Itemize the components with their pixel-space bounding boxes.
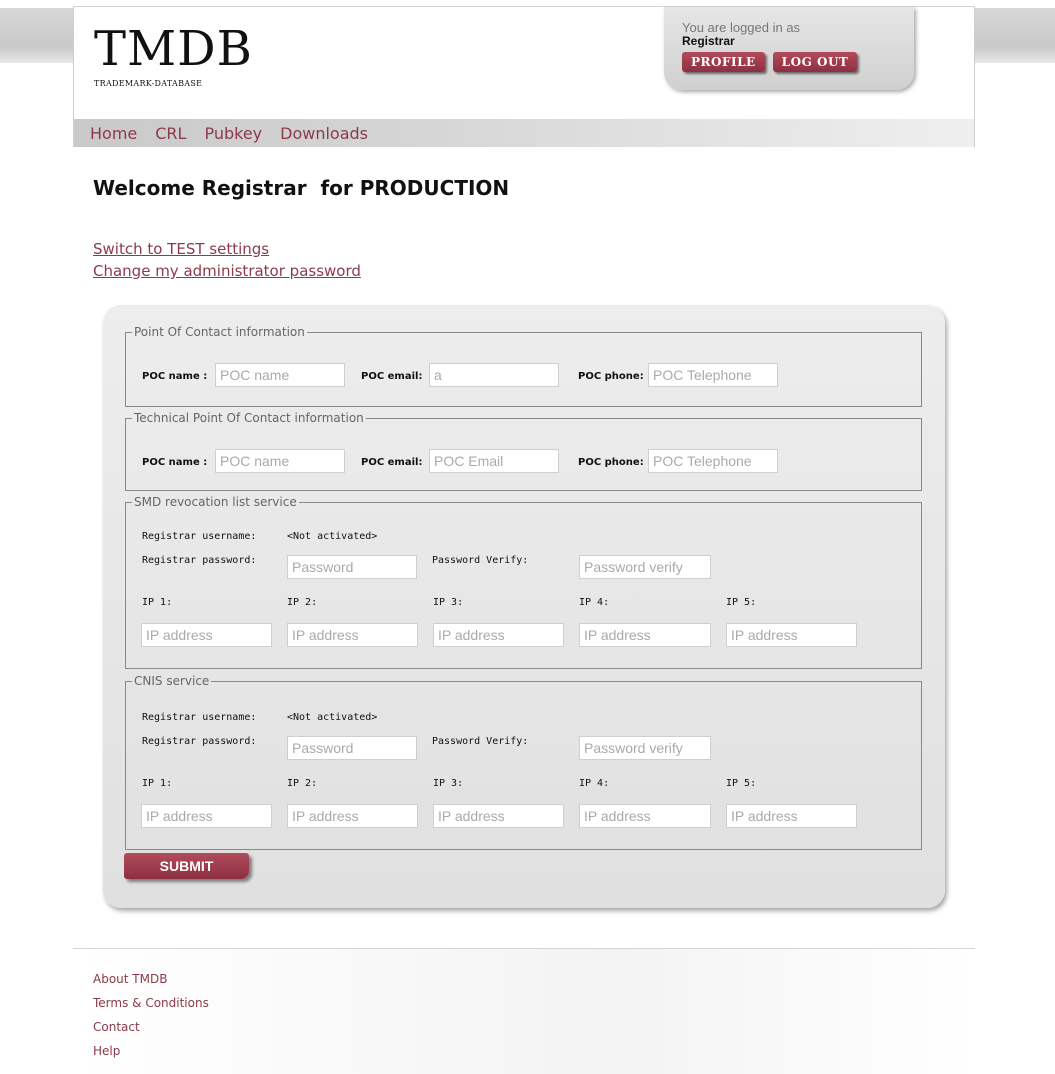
cnis-legend: CNIS service (134, 674, 210, 688)
smd-legend: SMD revocation list service (134, 495, 297, 509)
cnis-ip5-input[interactable]: IP address (726, 804, 857, 828)
site-header: TMDB TRADEMARK-DATABASE You are logged i… (73, 6, 975, 147)
login-label: You are logged in as (682, 20, 801, 35)
profile-button[interactable]: PROFILE (682, 52, 765, 72)
nav-downloads[interactable]: Downloads (280, 124, 368, 143)
footer-about-link[interactable]: About TMDB (93, 967, 209, 991)
smd-ip2-label: IP 2: (287, 597, 318, 608)
tech-poc-phone-label: POC phone: (578, 457, 644, 468)
nav-pubkey[interactable]: Pubkey (204, 124, 262, 143)
main-nav: Home CRL Pubkey Downloads (74, 119, 974, 147)
cnis-verify-input[interactable]: Password verify (579, 736, 711, 760)
header-band-left (0, 8, 73, 63)
cnis-ip3-input[interactable]: IP address (433, 804, 564, 828)
cnis-ip2-label: IP 2: (287, 778, 318, 789)
logo-subtitle: TRADEMARK-DATABASE (94, 79, 203, 88)
smd-ip5-label: IP 5: (726, 597, 757, 608)
poc-phone-input[interactable]: POC Telephone (648, 363, 778, 387)
poc-email-label: POC email: (361, 371, 423, 382)
tech-poc-email-input[interactable]: POC Email (429, 449, 559, 473)
logo[interactable]: TMDB TRADEMARK-DATABASE (94, 25, 253, 88)
smd-ip3-label: IP 3: (433, 597, 464, 608)
logo-title: TMDB (94, 21, 253, 77)
nav-crl[interactable]: CRL (155, 124, 186, 143)
cnis-ip1-input[interactable]: IP address (141, 804, 272, 828)
smd-ip5-input[interactable]: IP address (726, 623, 857, 647)
tech-poc-name-input[interactable]: POC name (215, 449, 345, 473)
smd-verify-input[interactable]: Password verify (579, 555, 711, 579)
poc-legend: Point Of Contact information (134, 325, 305, 339)
settings-links: Switch to TEST settings Change my admini… (93, 238, 361, 282)
cnis-ip2-input[interactable]: IP address (287, 804, 418, 828)
cnis-username-value: <Not activated> (287, 712, 378, 723)
footer-help-link[interactable]: Help (93, 1039, 209, 1063)
page-title: Welcome Registrar for PRODUCTION (93, 176, 510, 200)
header-band-right (975, 8, 1055, 63)
cnis-verify-label: Password Verify: (432, 736, 529, 747)
cnis-ip3-label: IP 3: (433, 778, 464, 789)
smd-fieldset: SMD revocation list service Registrar us… (125, 495, 922, 669)
logout-button[interactable]: LOG OUT (772, 52, 858, 72)
nav-home[interactable]: Home (90, 124, 137, 143)
tech-poc-email-label: POC email: (361, 457, 423, 468)
footer-terms-link[interactable]: Terms & Conditions (93, 991, 209, 1015)
cnis-username-label: Registrar username: (142, 712, 257, 723)
login-username: Registrar (682, 34, 735, 48)
poc-name-label: POC name : (142, 371, 208, 382)
cnis-ip4-label: IP 4: (579, 778, 610, 789)
change-password-link[interactable]: Change my administrator password (93, 260, 361, 282)
smd-password-label: Registrar password: (142, 555, 257, 566)
smd-ip1-input[interactable]: IP address (141, 623, 272, 647)
smd-username-value: <Not activated> (287, 531, 378, 542)
tech-poc-legend: Technical Point Of Contact information (134, 411, 364, 425)
cnis-ip1-label: IP 1: (142, 778, 173, 789)
poc-fieldset: Point Of Contact information POC name : … (125, 325, 922, 407)
smd-ip2-input[interactable]: IP address (287, 623, 418, 647)
cnis-fieldset: CNIS service Registrar username: <Not ac… (125, 674, 922, 850)
cnis-ip4-input[interactable]: IP address (579, 804, 711, 828)
smd-ip3-input[interactable]: IP address (433, 623, 564, 647)
switch-test-link[interactable]: Switch to TEST settings (93, 238, 361, 260)
footer-links: About TMDB Terms & Conditions Contact He… (93, 967, 209, 1063)
submit-button[interactable]: SUBMIT (124, 853, 249, 879)
tech-poc-name-label: POC name : (142, 457, 208, 468)
settings-form: Point Of Contact information POC name : … (103, 305, 945, 908)
smd-ip1-label: IP 1: (142, 597, 173, 608)
cnis-password-label: Registrar password: (142, 736, 257, 747)
cnis-password-input[interactable]: Password (287, 736, 417, 760)
smd-password-input[interactable]: Password (287, 555, 417, 579)
poc-name-input[interactable]: POC name (215, 363, 345, 387)
cnis-ip5-label: IP 5: (726, 778, 757, 789)
login-status-box: You are logged in as Registrar PROFILE L… (664, 7, 914, 90)
smd-ip4-label: IP 4: (579, 597, 610, 608)
poc-email-input[interactable]: a (429, 363, 559, 387)
footer-contact-link[interactable]: Contact (93, 1015, 209, 1039)
tech-poc-phone-input[interactable]: POC Telephone (648, 449, 778, 473)
smd-verify-label: Password Verify: (432, 555, 529, 566)
smd-ip4-input[interactable]: IP address (579, 623, 711, 647)
poc-phone-label: POC phone: (578, 371, 644, 382)
tech-poc-fieldset: Technical Point Of Contact information P… (125, 411, 922, 491)
smd-username-label: Registrar username: (142, 531, 257, 542)
